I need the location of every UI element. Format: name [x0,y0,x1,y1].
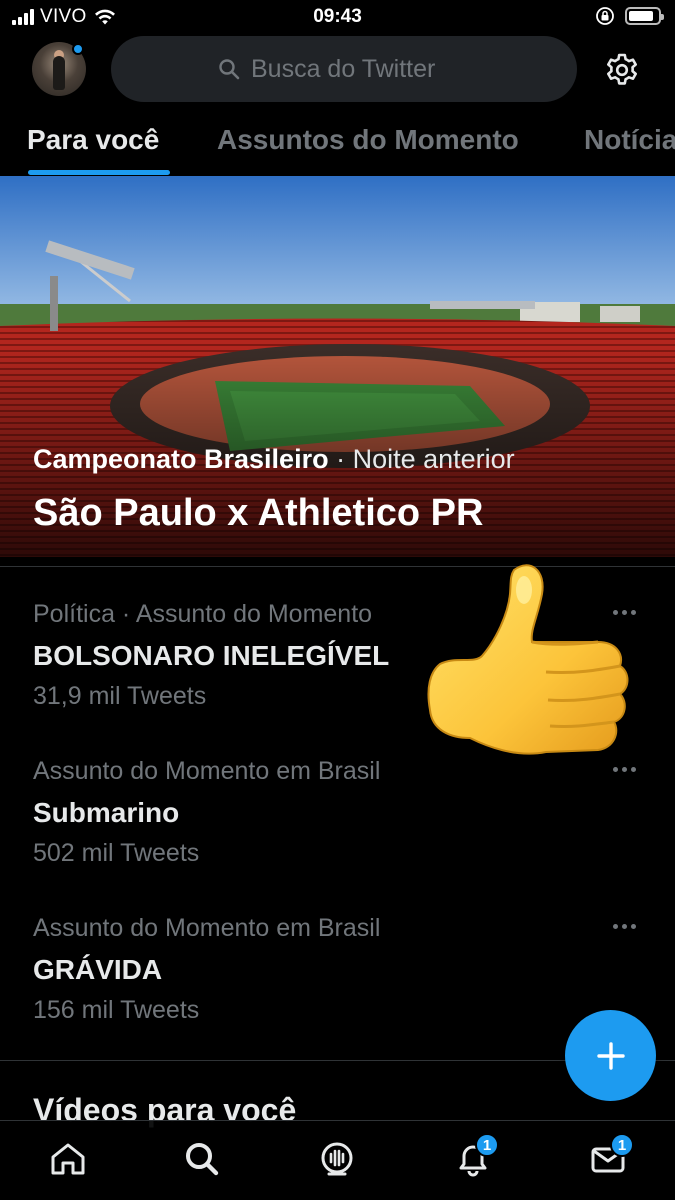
compose-tweet-button[interactable] [565,1010,656,1101]
orientation-lock-icon [596,7,614,25]
active-tab-indicator [28,170,170,175]
tab-bar: Para você Assuntos do Momento Notícias [0,106,675,176]
bottom-nav: 1 1 [0,1120,675,1200]
notifications-badge: 1 [475,1133,499,1157]
hero-time: Noite anterior [352,444,515,474]
trend-name: BOLSONARO INELEGÍVEL [33,640,390,671]
nav-search[interactable] [182,1139,222,1179]
nav-spaces[interactable] [317,1139,357,1179]
nav-messages[interactable]: 1 [588,1133,634,1179]
status-bar: VIVO 09:43 [0,0,675,34]
status-right [595,6,664,26]
trend-context: Assunto do Momento em Brasil [33,914,381,942]
hero-meta: Campeonato Brasileiro · Noite anterior [33,444,515,475]
battery-level [629,11,653,21]
avatar-notification-dot [72,43,84,55]
trend-name: GRÁVIDA [33,954,163,985]
gear-icon[interactable] [602,49,642,89]
spaces-icon [321,1142,353,1176]
top-header [0,34,675,106]
plus-icon [596,1041,625,1070]
status-time: 09:43 [313,6,362,27]
search-input[interactable] [251,54,471,84]
trend-count: 31,9 mil Tweets [33,682,207,710]
search-icon [186,1143,219,1176]
hero-category: Campeonato Brasileiro [33,444,329,474]
nav-notifications[interactable]: 1 [453,1133,499,1179]
hero-separator: · [328,444,353,474]
nav-home[interactable] [48,1139,88,1179]
battery-icon [625,7,664,25]
tab-assuntos-do-momento[interactable]: Assuntos do Momento [217,124,519,156]
trend-count: 502 mil Tweets [33,839,200,867]
trend-context: Assunto do Momento em Brasil [33,757,381,785]
home-icon [51,1143,85,1175]
trend-count: 156 mil Tweets [33,996,200,1024]
thumbs-up-icon [427,564,629,755]
trend-name: Submarino [33,797,180,828]
hero-card[interactable]: Campeonato Brasileiro · Noite anterior S… [0,176,675,557]
tab-para-voce[interactable]: Para você [27,124,159,156]
search-icon [219,59,240,80]
messages-badge: 1 [610,1133,634,1157]
more-options-icon[interactable] [613,918,643,934]
hero-title: São Paulo x Athletico PR [33,492,484,534]
avatar-figure [53,56,65,90]
trend-context: Política · Assunto do Momento [33,600,373,628]
search-bar[interactable] [111,36,577,102]
tab-noticias[interactable]: Notícias [584,124,675,156]
